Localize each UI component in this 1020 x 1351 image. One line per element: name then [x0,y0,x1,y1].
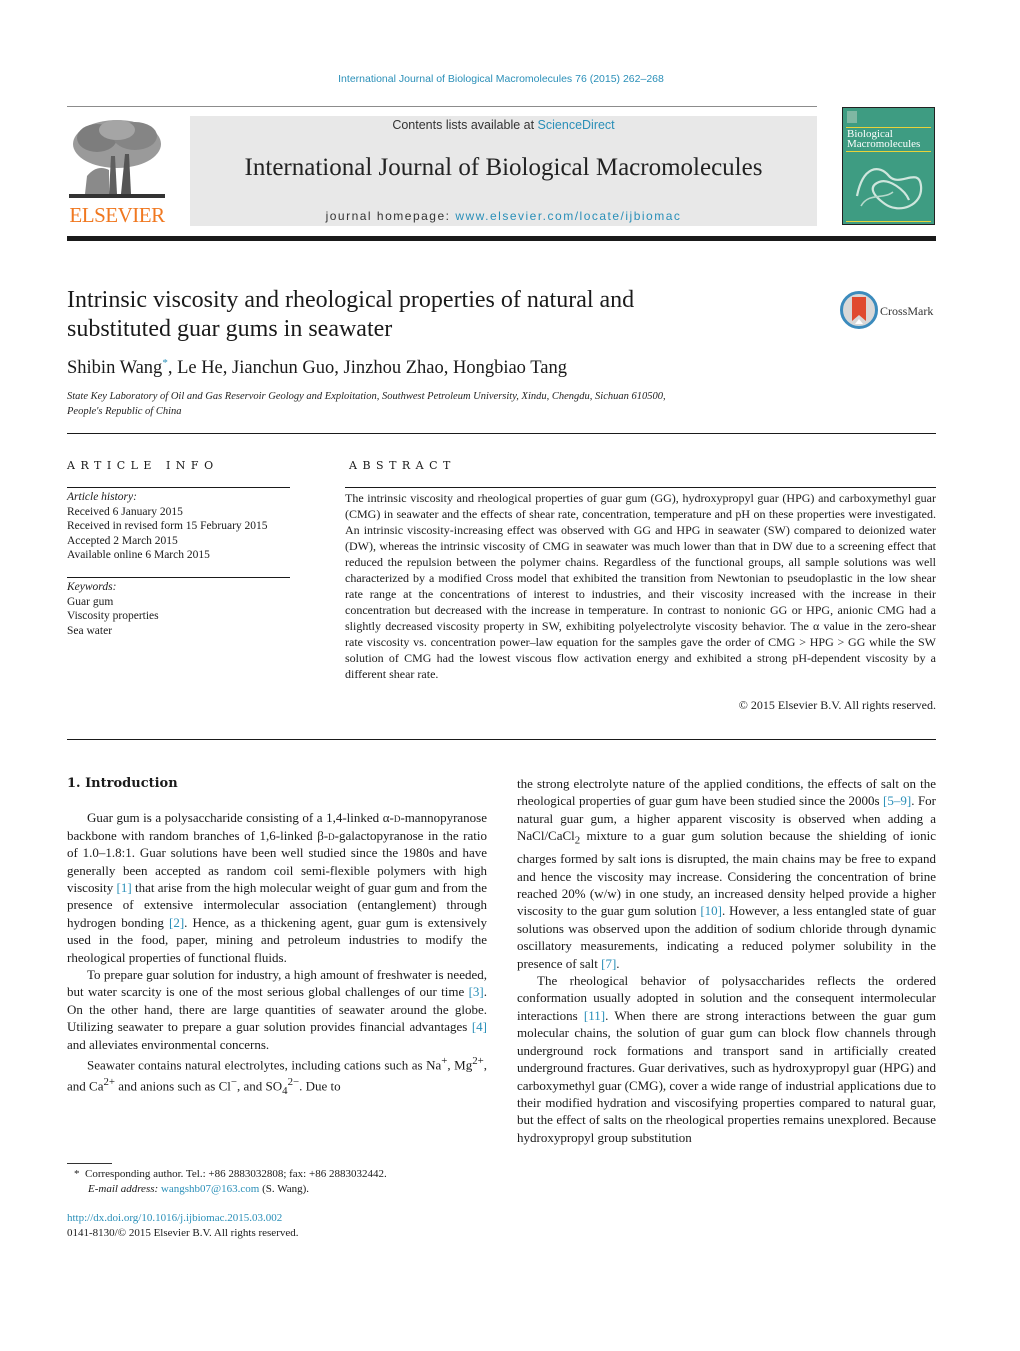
keyword: Sea water [67,624,113,637]
footnote-divider [67,1163,112,1164]
header-divider [67,106,817,107]
author-name[interactable]: Jianchun Guo [232,358,334,378]
citation-link[interactable]: [4] [472,1019,487,1034]
text-run: , Mg [447,1057,473,1073]
citation-link[interactable]: [11] [584,1008,605,1023]
text-run: Guar gum is a polysaccharide consisting … [87,810,394,826]
journal-title: International Journal of Biological Macr… [244,154,763,181]
superscript: 2+ [103,1075,115,1088]
crossmark-label: CrossMark [880,304,934,318]
affiliation-line2: People's Republic of China [67,405,182,417]
article-title-line2: substituted guar gums in seawater [67,316,393,342]
email-label: E-mail address: [88,1183,161,1195]
contents-prefix: Contents lists available at [392,118,538,132]
paragraph: To prepare guar solution for industry, a… [67,966,487,1053]
journal-cover-thumbnail[interactable]: Biological Macromolecules [842,107,935,225]
email-suffix: (S. Wang). [259,1183,309,1195]
keyword: Guar gum [67,595,114,608]
corresponding-author-footnote: * Corresponding author. Tel.: +86 288303… [74,1167,504,1197]
journal-masthead: Contents lists available at ScienceDirec… [190,116,817,226]
keyword: Viscosity properties [67,610,159,622]
abstract-divider [345,487,936,488]
doi-link[interactable]: http://dx.doi.org/10.1016/j.ijbiomac.201… [67,1212,282,1224]
journal-citation-link[interactable]: International Journal of Biological Macr… [0,73,1002,85]
corresponding-author-marker[interactable]: * [162,357,168,369]
footnote-marker: * [74,1168,80,1180]
text-run: and anions such as Cl [115,1078,231,1094]
text-run: and alleviates environmental concerns. [67,1036,270,1052]
sciencedirect-link[interactable]: ScienceDirect [538,118,615,132]
protein-structure-icon [855,168,923,210]
paragraph: The rheological behavior of polysacchari… [517,972,936,1146]
keywords-divider [67,577,290,578]
text-run: . Due to [299,1078,341,1094]
citation-link[interactable]: [7] [601,956,616,971]
issn-copyright: 0141-8130/© 2015 Elsevier B.V. All right… [67,1227,299,1239]
keywords-label: Keywords: [67,581,117,593]
abstract-bottom-divider [67,739,936,740]
article-history: Article history: Received 6 January 2015… [67,490,297,563]
superscript: 2− [287,1075,300,1088]
cover-title-line2: Macromolecules [847,138,921,150]
text-run: Seawater contains natural electrolytes, … [87,1057,442,1073]
abstract-heading: ABSTRACT [349,459,456,472]
crossmark-button[interactable]: CrossMark [840,291,940,329]
cover-rule [846,221,931,222]
body-left-column: 1. Introduction Guar gum is a polysaccha… [67,775,487,1100]
author-affiliation: State Key Laboratory of Oil and Gas Rese… [67,390,767,419]
citation-link[interactable]: [5–9] [883,793,911,808]
paragraph-continued: the strong electrolyte nature of the app… [517,775,936,972]
text-run: . [616,955,620,971]
article-title: Intrinsic viscosity and rheological prop… [67,286,767,344]
author-list: Shibin Wang*, Le He, Jianchun Guo, Jinzh… [67,357,567,379]
homepage-line: journal homepage: www.elsevier.com/locat… [190,209,817,223]
cover-rule [846,151,931,152]
citation-link[interactable]: [1] [117,880,132,895]
cover-publisher-mark [847,111,857,123]
text-run: . When there are strong interactions bet… [517,1007,936,1145]
doi-block: http://dx.doi.org/10.1016/j.ijbiomac.201… [67,1211,497,1241]
superscript: 2+ [472,1055,484,1068]
body-right-column: the strong electrolyte nature of the app… [517,775,936,1146]
paragraph: Seawater contains natural electrolytes, … [67,1053,487,1100]
history-item: Accepted 2 March 2015 [67,534,178,547]
citation-link[interactable]: [3] [469,984,484,999]
title-divider [67,433,936,434]
homepage-prefix: journal homepage: [325,209,456,223]
header-thick-divider [67,236,936,241]
footnote-text: Corresponding author. Tel.: +86 28830328… [85,1168,387,1180]
article-info-heading: ARTICLE INFO [67,459,219,472]
abstract-copyright: © 2015 Elsevier B.V. All rights reserved… [738,698,936,712]
paragraph: Guar gum is a polysaccharide consisting … [67,809,487,966]
article-info-divider [67,487,290,488]
homepage-link[interactable]: www.elsevier.com/locate/ijbiomac [455,209,681,223]
keywords-block: Keywords: Guar gum Viscosity properties … [67,580,297,638]
text-run: To prepare guar solution for industry, a… [67,967,487,1000]
section-heading-introduction: 1. Introduction [67,776,178,791]
text-run: , and SO [237,1078,283,1094]
elsevier-tree-icon [69,120,165,198]
article-title-line1: Intrinsic viscosity and rheological prop… [67,287,635,313]
affiliation-line1: State Key Laboratory of Oil and Gas Rese… [67,391,666,402]
history-item: Received in revised form 15 February 201… [67,520,268,532]
author-name[interactable]: Le He [177,358,223,378]
citation-link[interactable]: [10] [700,903,722,918]
text-run: the strong electrolyte nature of the app… [517,776,936,809]
elsevier-logo[interactable]: ELSEVIER [67,116,167,228]
author-name[interactable]: Shibin Wang [67,358,162,378]
contents-line: Contents lists available at ScienceDirec… [190,118,817,132]
history-item: Available online 6 March 2015 [67,549,210,561]
history-item: Received 6 January 2015 [67,505,183,518]
citation-link[interactable]: [2] [169,915,184,930]
author-name[interactable]: Hongbiao Tang [453,358,567,378]
history-label: Article history: [67,491,137,503]
elsevier-wordmark: ELSEVIER [69,203,165,227]
cover-title: Biological Macromolecules [847,129,921,150]
crossmark-icon [840,291,878,329]
author-name[interactable]: Jinzhou Zhao [344,358,444,378]
email-link[interactable]: wangshb07@163.com [161,1183,259,1195]
abstract-text: The intrinsic viscosity and rheological … [345,491,936,681]
